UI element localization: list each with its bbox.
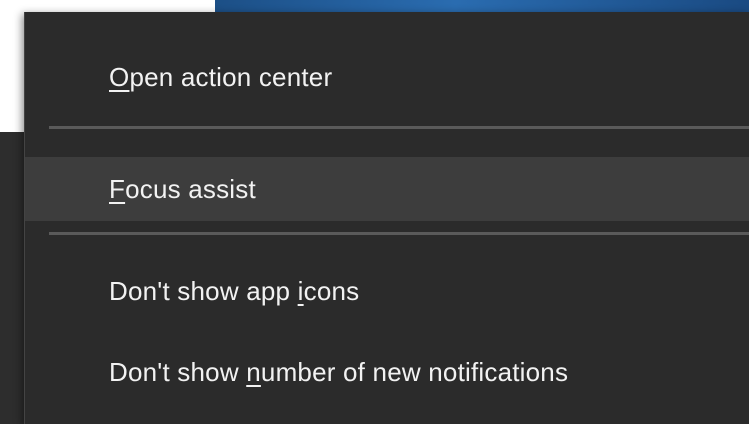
menu-item-focus-assist[interactable]: Focus assist	[25, 157, 749, 221]
menu-separator	[49, 126, 749, 129]
menu-item-dont-show-number-of-notifications[interactable]: Don't show number of new notifications	[25, 345, 749, 399]
menu-item-open-action-center[interactable]: Open action center	[25, 50, 749, 104]
menu-item-label: Open action center	[109, 61, 333, 92]
menu-item-label: Don't show app icons	[109, 275, 360, 306]
screen: Open action center Focus assist Don't sh…	[0, 0, 749, 424]
menu-item-label: Don't show number of new notifications	[109, 356, 569, 387]
menu-item-label: Focus assist	[109, 173, 256, 204]
menu-separator	[49, 232, 749, 235]
menu-item-dont-show-app-icons[interactable]: Don't show app icons	[25, 264, 749, 318]
context-menu: Open action center Focus assist Don't sh…	[24, 12, 749, 424]
